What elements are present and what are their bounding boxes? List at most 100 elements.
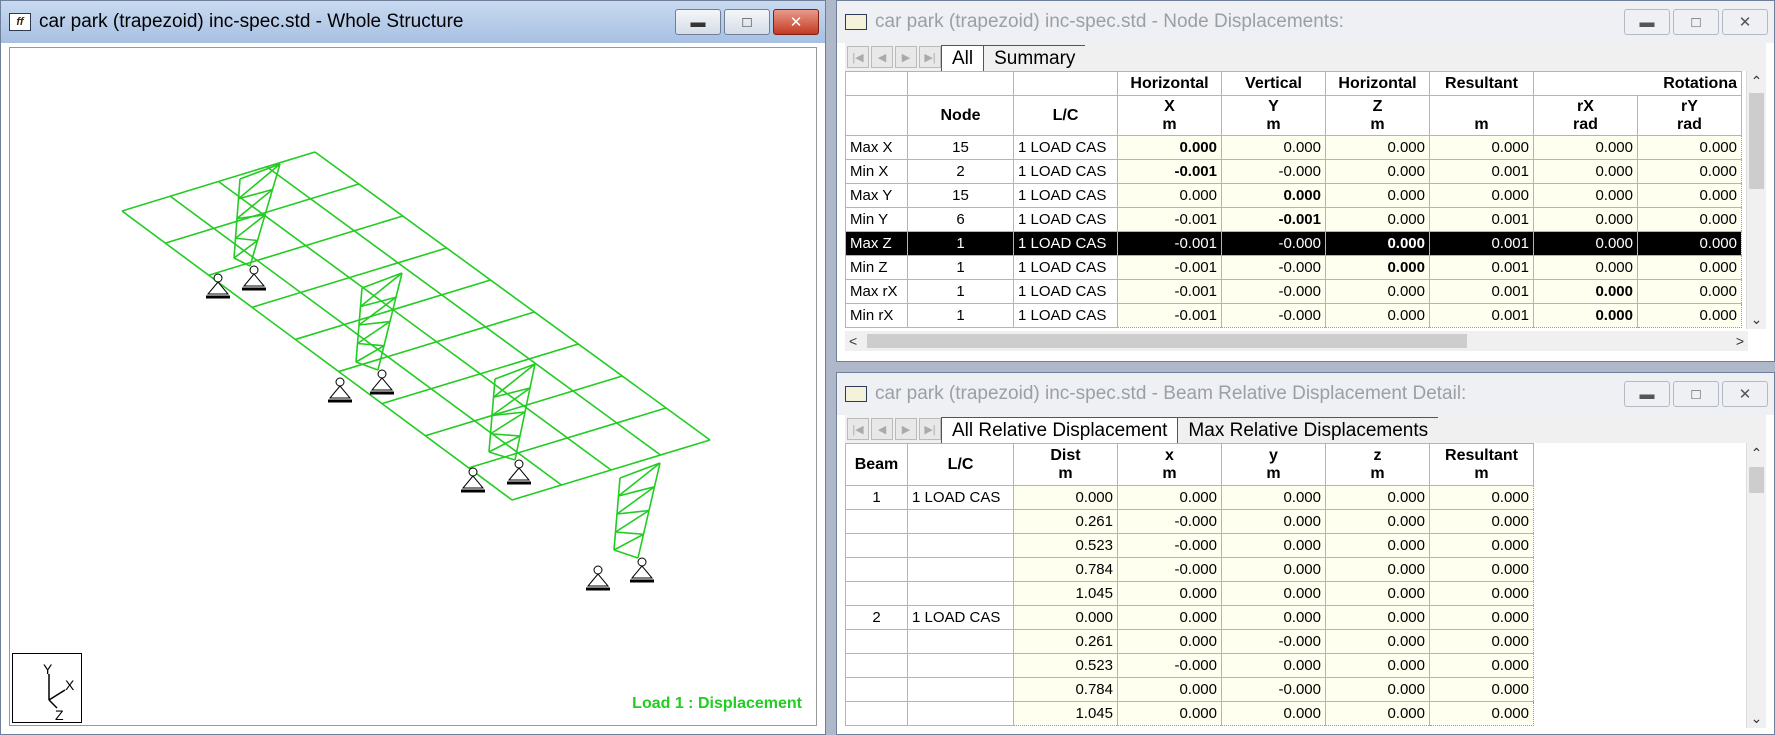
prev-tab-button[interactable]: ◀	[871, 46, 893, 68]
dist-cell[interactable]: 1.045	[1013, 581, 1118, 606]
dist-cell[interactable]: 0.784	[1013, 677, 1118, 702]
row-label[interactable]: Max Z	[845, 231, 908, 256]
x-cell[interactable]: -0.000	[1117, 533, 1222, 558]
ry-cell[interactable]: 0.000	[1637, 135, 1742, 160]
row-label[interactable]: Max Y	[845, 183, 908, 208]
table-row[interactable]: 0.261 -0.000 0.000 0.000 0.000	[845, 509, 1534, 534]
row-label[interactable]: Min Y	[845, 207, 908, 232]
beam-relative-grid[interactable]: Beam L/C Dist m xm ym zm Resultant m 11 LO…	[845, 443, 1748, 728]
truss-diagonal[interactable]	[613, 533, 644, 551]
z-cell[interactable]: 0.000	[1325, 701, 1430, 726]
beam-cell[interactable]	[845, 677, 908, 702]
structure-titlebar[interactable]: ff car park (trapezoid) inc-spec.std - W…	[1, 1, 825, 43]
load-case-cell[interactable]: 1 LOAD CAS	[907, 485, 1014, 510]
row-label[interactable]: Min Z	[845, 255, 908, 280]
resultant-cell[interactable]: 0.001	[1429, 255, 1534, 280]
tab-summary[interactable]: Summary	[984, 45, 1086, 71]
z-cell[interactable]: 0.000	[1325, 231, 1430, 256]
beam-cell[interactable]	[845, 509, 908, 534]
y-cell[interactable]: 0.000	[1221, 135, 1326, 160]
table-row[interactable]: 21 LOAD CAS 0.000 0.000 0.000 0.000 0.000	[845, 605, 1534, 630]
y-cell[interactable]: -0.000	[1221, 303, 1326, 328]
close-button[interactable]: ✕	[1722, 9, 1768, 35]
dist-cell[interactable]: 0.784	[1013, 557, 1118, 582]
x-cell[interactable]: 0.000	[1117, 701, 1222, 726]
x-cell[interactable]: 0.000	[1117, 629, 1222, 654]
beam-cell[interactable]	[845, 581, 908, 606]
node-cell[interactable]: 15	[907, 183, 1014, 208]
rx-cell[interactable]: 0.000	[1533, 231, 1638, 256]
tab-max-relative-displacements[interactable]: Max Relative Displacements	[1178, 417, 1439, 443]
load-case-cell[interactable]	[907, 629, 1014, 654]
y-cell[interactable]: 0.000	[1221, 485, 1326, 510]
table-row[interactable]: 0.261 0.000 -0.000 0.000 0.000	[845, 629, 1534, 654]
scroll-up-icon[interactable]: ⌃	[1747, 443, 1766, 463]
y-cell[interactable]: 0.000	[1221, 701, 1326, 726]
node-cell[interactable]: 1	[907, 303, 1014, 328]
z-cell[interactable]: 0.000	[1325, 653, 1430, 678]
x-cell[interactable]: 0.000	[1117, 605, 1222, 630]
resultant-cell[interactable]: 0.000	[1429, 533, 1534, 558]
z-cell[interactable]: 0.000	[1325, 581, 1430, 606]
load-case-cell[interactable]	[907, 701, 1014, 726]
dist-cell[interactable]: 0.523	[1013, 533, 1118, 558]
node-displacements-window[interactable]: car park (trapezoid) inc-spec.std - Node…	[836, 0, 1775, 362]
resultant-cell[interactable]: 0.000	[1429, 557, 1534, 582]
table-row[interactable]: 0.523 -0.000 0.000 0.000 0.000	[845, 533, 1534, 558]
node-displacement-grid[interactable]: Horizontal Vertical Horizontal Resultant…	[845, 71, 1748, 329]
z-cell[interactable]: 0.000	[1325, 557, 1430, 582]
table-row[interactable]: Max Z11 LOAD CAS -0.001 -0.000 0.000 0.001 0.…	[845, 231, 1742, 256]
z-cell[interactable]: 0.000	[1325, 533, 1430, 558]
structure-drawing[interactable]	[10, 48, 818, 727]
scroll-up-icon[interactable]: ⌃	[1747, 71, 1766, 91]
resultant-cell[interactable]: 0.000	[1429, 653, 1534, 678]
y-cell[interactable]: -0.000	[1221, 231, 1326, 256]
minimize-button[interactable]: ▬	[1624, 9, 1670, 35]
x-cell[interactable]: 0.000	[1117, 485, 1222, 510]
y-cell[interactable]: -0.000	[1221, 677, 1326, 702]
node-vertical-scrollbar[interactable]: ⌃ ⌄	[1746, 71, 1766, 329]
dist-cell[interactable]: 0.000	[1013, 485, 1118, 510]
last-tab-button[interactable]: ▶|	[919, 46, 941, 68]
ry-cell[interactable]: 0.000	[1637, 279, 1742, 304]
table-row[interactable]: Max Y 15 1 LOAD CAS 0.000 0.000 0.000 0.000 0.0…	[845, 183, 1742, 208]
beam-relative-titlebar[interactable]: car park (trapezoid) inc-spec.std - Beam…	[837, 373, 1774, 415]
scroll-left-icon[interactable]: <	[849, 331, 857, 351]
rx-cell[interactable]: 0.000	[1533, 207, 1638, 232]
row-label[interactable]: Min X	[845, 159, 908, 184]
resultant-cell[interactable]: 0.000	[1429, 509, 1534, 534]
scroll-down-icon[interactable]: ⌄	[1747, 708, 1766, 728]
truss-chord[interactable]	[235, 237, 258, 242]
z-cell[interactable]: 0.000	[1325, 207, 1430, 232]
table-row[interactable]: 1.045 0.000 0.000 0.000 0.000	[845, 581, 1534, 606]
truss-diagonal[interactable]	[233, 239, 258, 259]
scroll-right-icon[interactable]: >	[1736, 331, 1744, 351]
row-label[interactable]: Max rX	[845, 279, 908, 304]
ry-cell[interactable]: 0.000	[1637, 303, 1742, 328]
rx-cell[interactable]: 0.000	[1533, 279, 1638, 304]
z-cell[interactable]: 0.000	[1325, 605, 1430, 630]
y-cell[interactable]: 0.000	[1221, 533, 1326, 558]
ry-cell[interactable]: 0.000	[1637, 183, 1742, 208]
prev-tab-button[interactable]: ◀	[871, 418, 893, 440]
minimize-button[interactable]: ▬	[1624, 381, 1670, 407]
resultant-cell[interactable]: 0.000	[1429, 183, 1534, 208]
load-case-cell[interactable]: 1 LOAD CAS	[1013, 255, 1118, 280]
dist-cell[interactable]: 0.261	[1013, 629, 1118, 654]
y-cell[interactable]: -0.000	[1221, 255, 1326, 280]
x-cell[interactable]: 0.000	[1117, 581, 1222, 606]
node-displacements-titlebar[interactable]: car park (trapezoid) inc-spec.std - Node…	[837, 1, 1774, 43]
load-case-cell[interactable]: 1 LOAD CAS	[1013, 159, 1118, 184]
z-cell[interactable]: 0.000	[1325, 159, 1430, 184]
truss-chord[interactable]	[361, 272, 403, 289]
node-horizontal-scrollbar[interactable]: < >	[845, 331, 1748, 351]
hscroll-thumb[interactable]	[867, 334, 1467, 348]
load-case-cell[interactable]: 1 LOAD CAS	[907, 605, 1014, 630]
load-case-cell[interactable]: 1 LOAD CAS	[1013, 207, 1118, 232]
x-cell[interactable]: -0.001	[1117, 231, 1222, 256]
resultant-cell[interactable]: 0.000	[1429, 135, 1534, 160]
resultant-cell[interactable]: 0.001	[1429, 231, 1534, 256]
truss-chord[interactable]	[488, 451, 516, 461]
load-case-cell[interactable]: 1 LOAD CAS	[1013, 135, 1118, 160]
x-cell[interactable]: -0.000	[1117, 557, 1222, 582]
